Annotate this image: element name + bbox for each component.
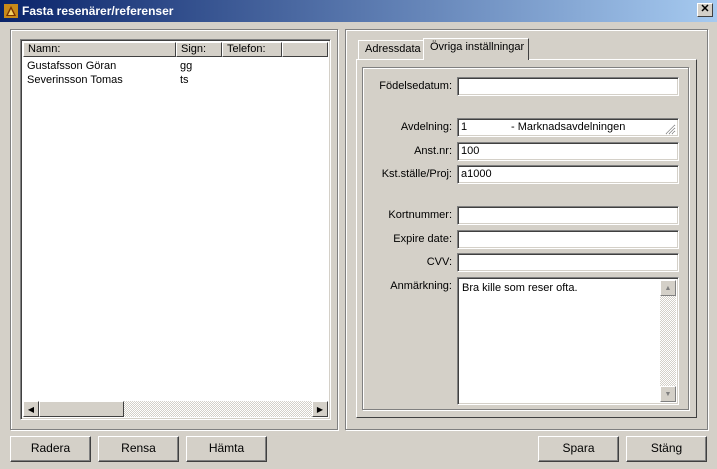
card-number-label: Kortnummer:	[388, 209, 452, 221]
arrow-down-icon: ▼	[664, 390, 672, 398]
cvv-label: CVV:	[426, 256, 452, 268]
resize-grip-icon	[664, 123, 676, 135]
save-button-label: Spara	[562, 441, 595, 455]
birthdate-field[interactable]	[457, 77, 679, 96]
row-phone	[222, 59, 282, 73]
column-header-phone[interactable]: Telefon:	[222, 42, 282, 57]
expire-date-label: Expire date:	[393, 233, 452, 245]
column-header-sign[interactable]: Sign:	[176, 42, 222, 57]
close-icon: ✕	[700, 3, 710, 15]
scroll-thumb[interactable]	[39, 401, 124, 417]
horizontal-scrollbar[interactable]: ◀ ▶	[23, 401, 328, 417]
column-header-name[interactable]: Namn:	[23, 42, 176, 57]
clear-button[interactable]: Rensa	[98, 436, 179, 462]
remark-text: Bra kille som reser ofta.	[462, 282, 578, 294]
expire-date-field[interactable]	[457, 230, 679, 249]
arrow-right-icon: ▶	[316, 404, 324, 414]
row-sign: gg	[180, 60, 193, 72]
list-row[interactable]: Gustafsson Göran gg	[23, 59, 328, 73]
row-phone	[222, 73, 282, 87]
scroll-up-button[interactable]: ▲	[660, 280, 676, 296]
row-name: Severinsson Tomas	[27, 74, 123, 86]
app-logo-icon	[3, 3, 19, 19]
remark-textarea[interactable]: Bra kille som reser ofta. ▲ ▼	[457, 277, 679, 405]
arrow-left-icon: ◀	[27, 404, 35, 414]
window-title: Fasta resenärer/referenser	[22, 4, 174, 18]
cost-center-label: Kst.ställe/Proj:	[381, 168, 452, 180]
tab-ovriga-installningar[interactable]: Övriga inställningar	[423, 38, 529, 60]
scroll-right-button[interactable]: ▶	[312, 401, 328, 417]
department-label: Avdelning:	[400, 121, 452, 133]
close-window-button[interactable]: ✕	[697, 3, 713, 17]
row-sign: ts	[180, 74, 189, 86]
save-button[interactable]: Spara	[538, 436, 619, 462]
column-header-filler	[282, 42, 328, 57]
arrow-up-icon: ▲	[664, 284, 672, 292]
scroll-down-button[interactable]: ▼	[660, 386, 676, 402]
vertical-scrollbar[interactable]: ▲ ▼	[660, 280, 676, 402]
card-number-field[interactable]	[457, 206, 679, 225]
title-bar: Fasta resenärer/referenser ✕	[0, 0, 717, 22]
department-select[interactable]: 1 - Marknadsavdelningen	[457, 118, 679, 137]
birthdate-label: Födelsedatum:	[379, 80, 452, 92]
remark-label: Anmärkning:	[390, 280, 452, 292]
scroll-left-button[interactable]: ◀	[23, 401, 39, 417]
close-button-label: Stäng	[650, 441, 683, 455]
delete-button-label: Radera	[30, 441, 71, 455]
employee-no-field[interactable]: 100	[457, 142, 679, 161]
cvv-field[interactable]	[457, 253, 679, 272]
list-header: Namn: Sign: Telefon:	[23, 42, 328, 57]
department-code: 1	[461, 121, 468, 133]
cost-center-field[interactable]: a1000	[457, 165, 679, 184]
close-button[interactable]: Stäng	[626, 436, 707, 462]
employee-no-label: Anst.nr:	[414, 145, 452, 157]
fetch-button-label: Hämta	[208, 441, 245, 455]
fetch-button[interactable]: Hämta	[186, 436, 267, 462]
delete-button[interactable]: Radera	[10, 436, 91, 462]
row-name: Gustafsson Göran	[27, 60, 117, 72]
tab-adressdata[interactable]: Adressdata	[358, 40, 424, 59]
department-name: - Marknadsavdelningen	[511, 121, 626, 133]
traveler-list[interactable]: Namn: Sign: Telefon: Gustafsson Göran gg…	[20, 39, 331, 420]
list-row[interactable]: Severinsson Tomas ts	[23, 73, 328, 87]
clear-button-label: Rensa	[121, 441, 156, 455]
